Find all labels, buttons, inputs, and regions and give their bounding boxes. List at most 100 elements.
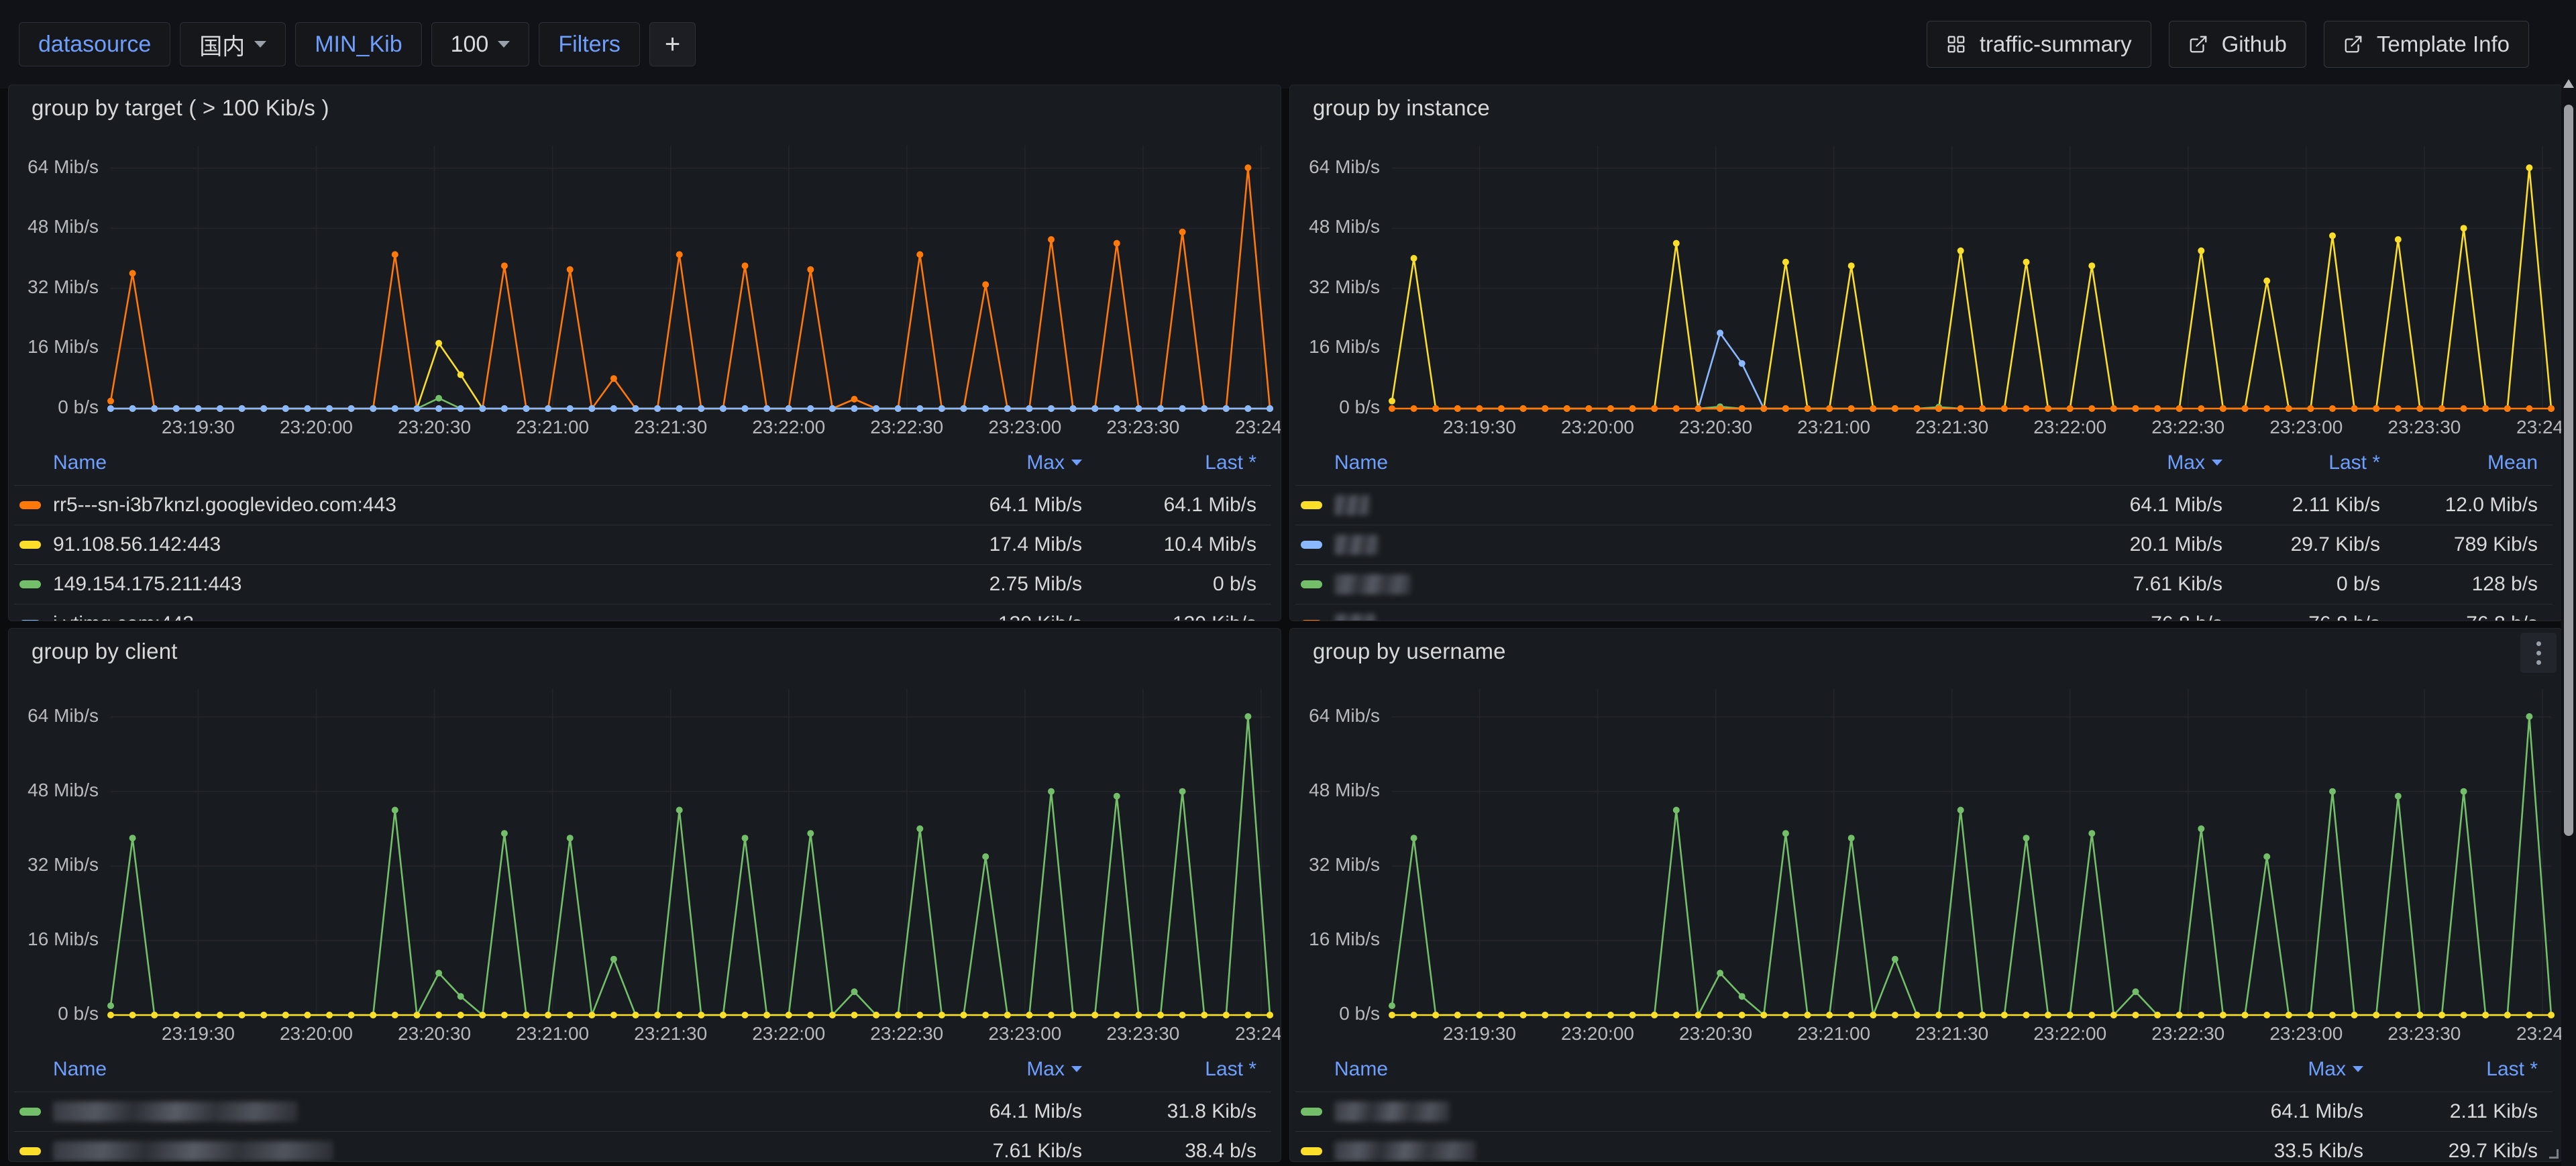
series-color-swatch[interactable]	[1301, 1147, 1322, 1155]
x-axis-tick: 23:22:30	[870, 417, 944, 437]
y-axis-tick: 64 Mib/s	[1309, 156, 1380, 177]
series-color-swatch[interactable]	[19, 501, 41, 509]
legend-series-name-cell[interactable]	[1295, 485, 2080, 525]
series-color-swatch[interactable]	[1301, 620, 1322, 621]
legend-series-name-cell[interactable]: rr5---sn-i3b7knzl.googlevideo.com:443	[14, 485, 922, 525]
legend-table-container[interactable]: Name Max Last * 64.1 Mib/s 31.8 Kib/s 7.61 Ki…	[9, 1054, 1281, 1161]
legend-column-last[interactable]: Last *	[2378, 1054, 2553, 1092]
variable-add-filter[interactable]: +	[649, 22, 696, 66]
variable-minkib-value[interactable]: 100	[431, 22, 530, 66]
variable-filters-label[interactable]: Filters	[539, 22, 640, 66]
traffic-summary-label: traffic-summary	[1979, 32, 2132, 56]
legend-series-name-cell[interactable]: 91.108.56.142:443	[14, 525, 922, 565]
legend-row[interactable]: 64.1 Mib/s 2.11 Kib/s 12.0 Mib/s	[1295, 485, 2553, 525]
scrollbar-thumb[interactable]	[2564, 105, 2573, 836]
legend-series-name-cell[interactable]	[14, 1131, 922, 1161]
panel-group-by-client: group by client 64 Mib/s 48 Mib/s 32 Mib/s 1…	[8, 628, 1281, 1162]
legend-value-cell: 33.5 Kib/s	[2204, 1131, 2378, 1161]
legend-column-mean[interactable]: Mean	[2395, 447, 2553, 486]
legend-column-max[interactable]: Max	[922, 447, 1097, 486]
legend-value-cell: 2.11 Kib/s	[2378, 1092, 2553, 1132]
plot-area[interactable]: 64 Mib/s 48 Mib/s 32 Mib/s 16 Mib/s 0 b/s 23:…	[9, 674, 1281, 1050]
template-variables: datasource 国内 MIN_Kib 100 Filters +	[19, 22, 696, 66]
y-axis-tick: 32 Mib/s	[1309, 853, 1380, 875]
legend-value: 31.8 Kib/s	[1167, 1100, 1256, 1122]
legend-table-container[interactable]: Name Max Last * Mean 64.1 Mib/s 2.11 Kib/s 12.…	[1290, 447, 2562, 621]
y-axis-tick: 32 Mib/s	[1309, 276, 1380, 297]
plot-area[interactable]: 64 Mib/s 48 Mib/s 32 Mib/s 16 Mib/s 0 b/s 23:…	[1290, 131, 2562, 443]
legend-header-row: Name Max Last *	[14, 447, 1271, 486]
variable-datasource-value[interactable]: 国内	[180, 22, 286, 66]
legend-column-name[interactable]: Name	[1295, 1054, 2204, 1092]
legend-column-max[interactable]: Max	[2204, 1054, 2378, 1092]
legend-row[interactable]: i.ytimg.com:443 130 Kib/s 130 Kib/s	[14, 604, 1271, 621]
github-button[interactable]: Github	[2168, 21, 2306, 68]
legend-column-label: Last *	[1205, 1058, 1256, 1080]
page-scrollbar[interactable]	[2561, 74, 2576, 1166]
panel-resize-handle[interactable]	[2548, 1148, 2559, 1159]
legend-row[interactable]: 7.61 Kib/s 38.4 b/s	[14, 1131, 1271, 1161]
series-color-swatch[interactable]	[19, 1108, 41, 1116]
chart-svg	[1389, 146, 2555, 412]
legend-column-name[interactable]: Name	[14, 447, 922, 486]
series-color-swatch[interactable]	[19, 620, 41, 621]
y-axis-tick: 16 Mib/s	[28, 336, 99, 358]
chevron-down-icon	[498, 41, 511, 48]
legend-series-name-cell[interactable]	[14, 1092, 922, 1132]
y-axis-tick: 16 Mib/s	[1309, 336, 1380, 358]
template-info-button[interactable]: Template Info	[2323, 21, 2529, 68]
legend-value: 33.5 Kib/s	[2273, 1140, 2363, 1161]
legend-series-name-cell[interactable]	[1295, 564, 2080, 604]
legend-row[interactable]: 91.108.56.142:443 17.4 Mib/s 10.4 Mib/s	[14, 525, 1271, 565]
legend-column-max[interactable]: Max	[922, 1054, 1097, 1092]
panel-header: group by username	[1290, 629, 2562, 674]
legend-series-name-cell[interactable]	[1295, 1131, 2204, 1161]
series-color-swatch[interactable]	[19, 541, 41, 549]
x-axis-tick: 23:21:00	[516, 1023, 590, 1044]
series-color-swatch[interactable]	[1301, 541, 1322, 549]
y-axis-tick: 48 Mib/s	[1309, 779, 1380, 800]
y-axis-tick: 16 Mib/s	[28, 928, 99, 949]
legend-column-last[interactable]: Last *	[1097, 447, 1271, 486]
legend-column-last[interactable]: Last *	[2237, 447, 2395, 486]
legend-value: 64.1 Mib/s	[2129, 494, 2222, 516]
series-color-swatch[interactable]	[19, 1147, 41, 1155]
legend-series-name-cell[interactable]	[1295, 1092, 2204, 1132]
legend-row[interactable]: 7.61 Kib/s 0 b/s 128 b/s	[1295, 564, 2553, 604]
legend-row[interactable]: 33.5 Kib/s 29.7 Kib/s	[1295, 1131, 2553, 1161]
panel-title: group by username	[1313, 639, 1506, 664]
legend-row[interactable]: rr5---sn-i3b7knzl.googlevideo.com:443 64.…	[14, 485, 1271, 525]
variable-minkib-label[interactable]: MIN_Kib	[295, 22, 422, 66]
legend-column-name[interactable]: Name	[14, 1054, 922, 1092]
legend-table-container[interactable]: Name Max Last * 64.1 Mib/s 2.11 Kib/s 33.5 Ki…	[1290, 1054, 2562, 1161]
series-color-swatch[interactable]	[1301, 580, 1322, 588]
variable-datasource-label[interactable]: datasource	[19, 22, 171, 66]
series-color-swatch[interactable]	[1301, 501, 1322, 509]
series-color-swatch[interactable]	[1301, 1108, 1322, 1116]
plot-area[interactable]: 64 Mib/s 48 Mib/s 32 Mib/s 16 Mib/s 0 b/s 23:…	[9, 131, 1281, 443]
legend-series-name-cell[interactable]	[1295, 604, 2080, 621]
x-axis-tick: 23:23:30	[2387, 1023, 2461, 1044]
chevron-down-icon	[2353, 1066, 2363, 1072]
legend-column-last[interactable]: Last *	[1097, 1054, 1271, 1092]
legend-row[interactable]: 64.1 Mib/s 2.11 Kib/s	[1295, 1092, 2553, 1132]
legend-column-name[interactable]: Name	[1295, 447, 2080, 486]
legend-column-max[interactable]: Max	[2080, 447, 2237, 486]
legend-row[interactable]: 149.154.175.211:443 2.75 Mib/s 0 b/s	[14, 564, 1271, 604]
legend-column-label: Max	[2167, 452, 2205, 474]
legend-series-name-cell[interactable]	[1295, 525, 2080, 565]
scroll-up-arrow[interactable]	[2563, 79, 2574, 88]
legend-series-name-cell[interactable]: i.ytimg.com:443	[14, 604, 922, 621]
legend-column-label: Name	[53, 452, 107, 474]
legend-row[interactable]: 64.1 Mib/s 31.8 Kib/s	[14, 1092, 1271, 1132]
traffic-summary-button[interactable]: traffic-summary	[1926, 21, 2151, 68]
series-color-swatch[interactable]	[19, 580, 41, 588]
legend-value-cell: 2.75 Mib/s	[922, 564, 1097, 604]
panel-menu-button[interactable]	[2520, 633, 2557, 673]
x-axis-tick: 23:20:00	[279, 1023, 353, 1044]
legend-row[interactable]: 20.1 Mib/s 29.7 Kib/s 789 Kib/s	[1295, 525, 2553, 565]
legend-table-container[interactable]: Name Max Last * rr5---sn-i3b7knzl.googlevid…	[9, 447, 1281, 621]
legend-row[interactable]: 76.8 b/s 76.8 b/s 76.8 b/s	[1295, 604, 2553, 621]
plot-area[interactable]: 64 Mib/s 48 Mib/s 32 Mib/s 16 Mib/s 0 b/s 23:…	[1290, 674, 2562, 1050]
legend-series-name-cell[interactable]: 149.154.175.211:443	[14, 564, 922, 604]
